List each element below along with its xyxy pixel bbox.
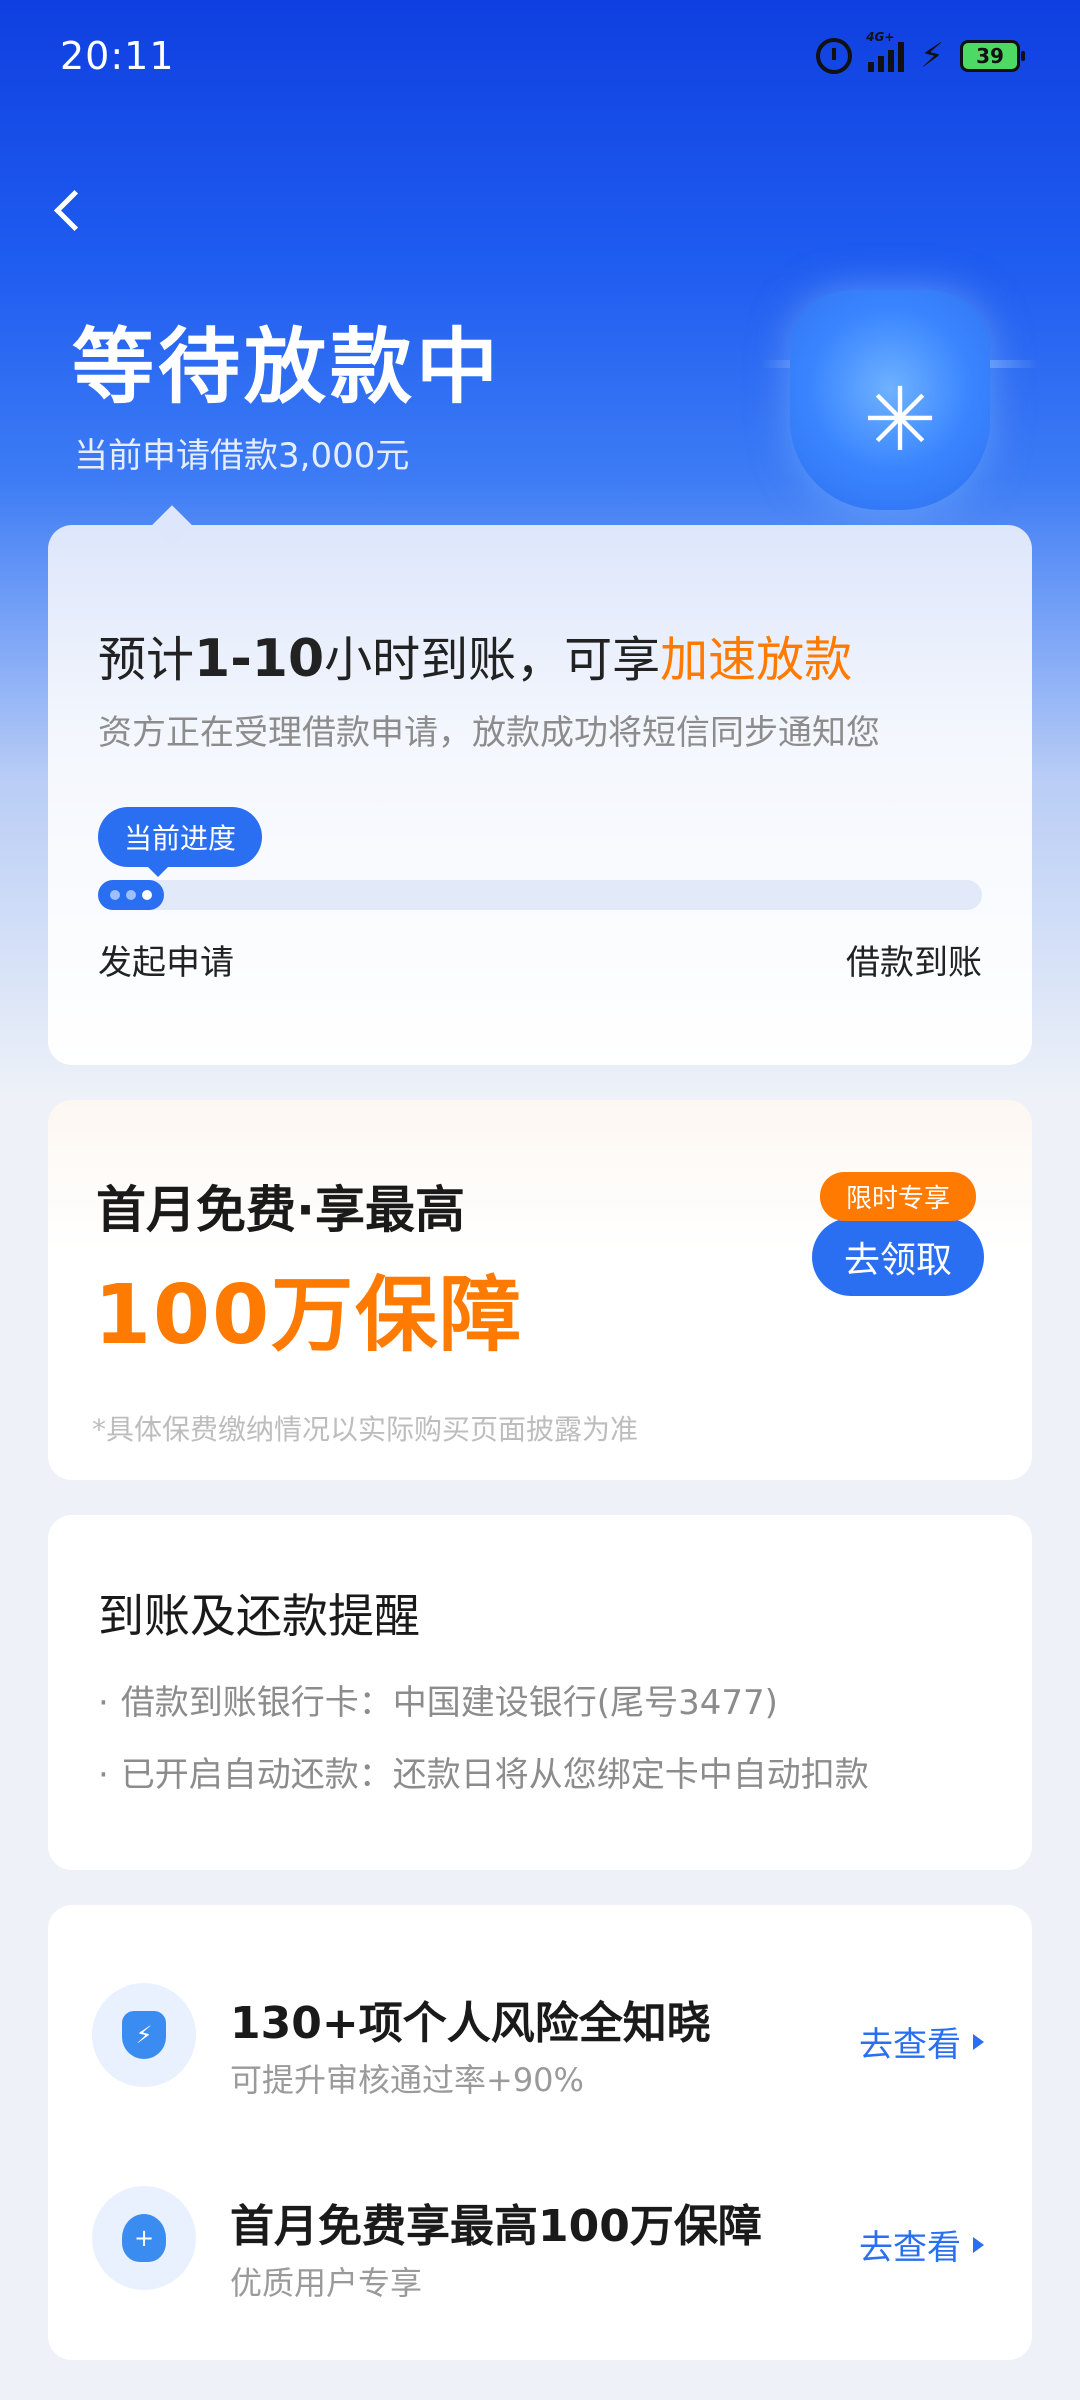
page-title: 等待放款中 xyxy=(72,320,503,415)
reminder-item: 借款到账银行卡：中国建设银行(尾号3477) xyxy=(98,1675,778,1724)
eta-description: 资方正在受理借款申请，放款成功将短信同步通知您 xyxy=(98,713,880,753)
status-time: 20:11 xyxy=(60,34,175,78)
current-progress-tag: 当前进度 xyxy=(98,807,263,877)
status-icons: 4G+ ⚡ 39 xyxy=(816,30,1025,76)
service-title: 首月免费享最高100万保障 xyxy=(230,2201,762,2252)
heart-plus-icon: + xyxy=(92,2186,196,2290)
status-bar: 20:11 4G+ ⚡ 39 xyxy=(0,0,1080,120)
promo-disclaimer: *具体保费缴纳情况以实际购买页面披露为准 xyxy=(92,1413,639,1446)
shield-illustration: ✳ xyxy=(760,280,1040,540)
limited-offer-badge: 限时专享 xyxy=(819,1172,976,1221)
eta-mid: 小时到账，可享 xyxy=(324,632,661,688)
claim-button[interactable]: 去领取 xyxy=(812,1218,984,1296)
promo-title: 首月免费·享最高 xyxy=(96,1181,465,1239)
service-row-risk[interactable]: ⚡ 130+项个人风险全知晓 可提升审核通过率+90% 去查看 xyxy=(48,1957,1032,2107)
progress-fill xyxy=(98,880,164,910)
step-start-label: 发起申请 xyxy=(98,943,234,983)
progress-dot xyxy=(110,890,120,900)
battery-level: 39 xyxy=(976,44,1004,68)
service-subtitle: 优质用户专享 xyxy=(230,2264,423,2302)
arrow-right-icon xyxy=(973,2236,984,2253)
network-type: 4G+ xyxy=(866,30,895,44)
progress-card: 预计1-10小时到账，可享加速放款 资方正在受理借款申请，放款成功将短信同步通知… xyxy=(48,505,1032,1065)
bank-logo-icon: ✳ xyxy=(863,368,937,471)
service-title: 130+项个人风险全知晓 xyxy=(230,1998,711,2049)
view-link-label: 去查看 xyxy=(859,2228,961,2268)
charging-icon: ⚡ xyxy=(920,36,944,76)
signal-icon: 4G+ xyxy=(866,30,905,72)
reminder-item: 已开启自动还款：还款日将从您绑定卡中自动扣款 xyxy=(98,1747,869,1796)
view-link[interactable]: 去查看 xyxy=(859,2017,984,2066)
eta-text: 预计1-10小时到账，可享加速放款 xyxy=(98,620,852,690)
accelerate-link[interactable]: 加速放款 xyxy=(660,632,852,688)
loan-amount-subtitle: 当前申请借款3,000元 xyxy=(74,436,410,476)
service-row-insurance[interactable]: + 首月免费享最高100万保障 优质用户专享 去查看 xyxy=(48,2160,1032,2310)
step-end-label: 借款到账 xyxy=(846,943,982,983)
shield-bolt-icon: ⚡ xyxy=(92,1983,196,2087)
alarm-icon xyxy=(816,38,853,74)
view-link[interactable]: 去查看 xyxy=(859,2220,984,2269)
back-button[interactable] xyxy=(48,180,88,240)
services-card: ⚡ 130+项个人风险全知晓 可提升审核通过率+90% 去查看 + 首月免费享最… xyxy=(48,1905,1032,2360)
arrow-right-icon xyxy=(973,2033,984,2050)
view-link-label: 去查看 xyxy=(859,2025,961,2065)
eta-hours: 1-10 xyxy=(194,629,325,689)
battery-icon: 39 xyxy=(960,40,1025,72)
repayment-reminder-card: 到账及还款提醒 借款到账银行卡：中国建设银行(尾号3477) 已开启自动还款：还… xyxy=(48,1515,1032,1870)
service-subtitle: 可提升审核通过率+90% xyxy=(230,2061,584,2099)
eta-prefix: 预计 xyxy=(98,632,195,688)
progress-dot xyxy=(126,890,136,900)
insurance-promo-card[interactable]: 首月免费·享最高 100万保障 *具体保费缴纳情况以实际购买页面披露为准 去领取… xyxy=(48,1100,1032,1480)
promo-headline: 100万保障 xyxy=(94,1268,524,1363)
reminder-title: 到账及还款提醒 xyxy=(98,1589,420,1643)
progress-track xyxy=(98,880,982,910)
progress-dot xyxy=(142,890,152,900)
